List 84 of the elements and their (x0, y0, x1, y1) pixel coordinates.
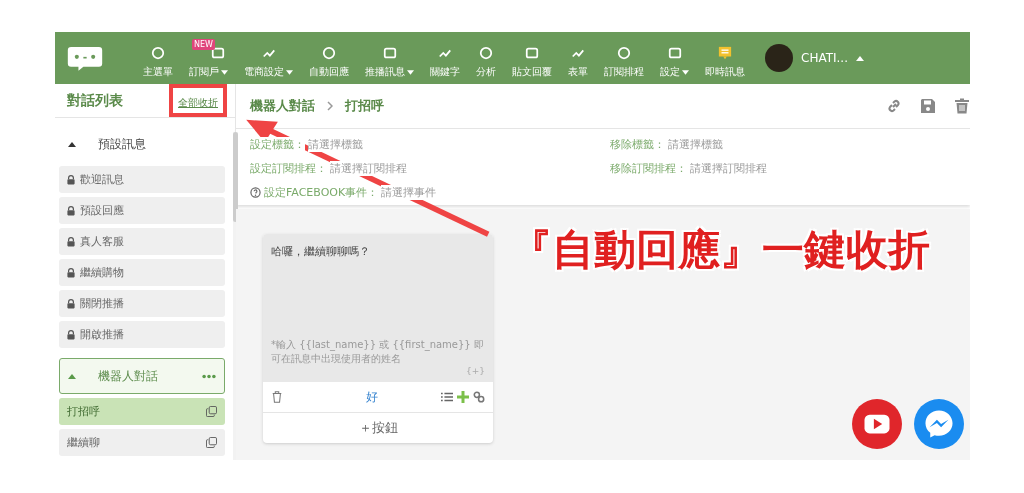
sidebar-title: 對話列表 (67, 91, 123, 110)
nav-menu-item[interactable]: 關鍵字 (422, 37, 468, 79)
menu-icon (382, 46, 397, 60)
menu-icon (151, 46, 165, 60)
conversation-name: 開啟推播 (80, 327, 125, 342)
nav-menu-item[interactable]: 推播訊息 (357, 37, 422, 79)
setting-field[interactable]: 設定訂閱排程： 請選擇訂閱排程 (250, 160, 407, 176)
conversation-item[interactable]: 歡迎訊息 (59, 166, 225, 193)
group-header[interactable]: 預設訊息 (59, 126, 225, 162)
breadcrumb-item[interactable]: 機器人對話 (250, 97, 315, 115)
caret-icon[interactable] (682, 69, 689, 75)
caret-icon[interactable] (221, 69, 228, 75)
conversation-item[interactable]: 開啟推播 (59, 321, 225, 348)
messenger-icon[interactable] (914, 399, 964, 449)
menu-icon (525, 46, 539, 60)
menu-icon (210, 46, 225, 60)
link-icon[interactable] (473, 391, 485, 403)
help-icon[interactable] (250, 186, 261, 198)
conversation-item[interactable]: 關閉推播 (59, 290, 225, 317)
new-badge: NEW (192, 39, 215, 50)
lock-icon (67, 174, 75, 185)
plus-icon[interactable] (457, 391, 469, 403)
link-icon[interactable] (886, 98, 902, 114)
insert-variable-button[interactable]: {+} (466, 366, 485, 376)
menu-icon (617, 46, 631, 60)
save-icon[interactable] (920, 98, 936, 114)
nav-menu-item[interactable]: 即時訊息 (697, 37, 753, 79)
nav-menu-item[interactable]: 分析 (468, 37, 504, 79)
more-icon[interactable] (202, 373, 216, 379)
nav-menu-item[interactable]: 電商設定 (236, 37, 301, 79)
account-name[interactable]: CHATI... (801, 51, 848, 65)
add-button[interactable]: ＋按鈕 (263, 413, 493, 443)
menu-icon (479, 46, 493, 60)
annotation-text: 『自動回應』一鍵收折 (510, 224, 930, 276)
setting-field[interactable]: 設定標籤： 請選擇標籤 (250, 136, 363, 152)
copy-icon[interactable] (206, 437, 217, 448)
lock-icon (67, 236, 75, 247)
list-icon[interactable] (441, 391, 453, 403)
collapse-arrow-icon[interactable] (68, 141, 76, 147)
setting-field[interactable]: 移除標籤： 請選擇標籤 (610, 136, 723, 152)
lock-icon (67, 267, 75, 278)
conversation-item[interactable]: 打招呼 (59, 398, 225, 425)
conversation-item[interactable]: 預設回應 (59, 197, 225, 224)
group-name: 預設訊息 (98, 135, 147, 153)
lock-icon (67, 205, 75, 216)
conversation-name: 打招呼 (67, 404, 101, 419)
nav-menu-item[interactable]: 貼文回覆 (504, 37, 560, 79)
collapse-all-link[interactable]: 全部收折 (178, 97, 218, 108)
breadcrumb-item: 打招呼 (345, 97, 384, 115)
nav-menu-item[interactable]: 主選單 (135, 37, 181, 79)
conversation-name: 關閉推播 (80, 296, 125, 311)
menu-icon (667, 46, 682, 60)
conversation-name: 真人客服 (80, 234, 125, 249)
conversation-item[interactable]: 真人客服 (59, 228, 225, 255)
group-header[interactable]: 機器人對話 (59, 358, 225, 394)
conversation-name: 繼續聊 (67, 435, 101, 450)
hint-text: *輸入 {{last_name}} 或 {{first_name}} 即可在訊息中出現使用者的姓名 (271, 338, 485, 366)
caret-icon[interactable] (286, 69, 293, 75)
trash-icon[interactable] (954, 98, 970, 114)
message-text[interactable]: 哈囉，繼續聊聊嗎？ (271, 244, 485, 259)
conversation-name: 繼續購物 (80, 265, 125, 280)
caret-icon[interactable] (856, 55, 864, 61)
menu-icon (322, 46, 336, 60)
conversation-name: 預設回應 (80, 203, 125, 218)
setting-field[interactable]: 移除訂閱排程： 請選擇訂閱排程 (610, 160, 767, 176)
nav-menu-item[interactable]: NEW 訂閱戶 (181, 37, 236, 79)
chat-bubble-logo-icon[interactable] (67, 45, 103, 71)
lock-icon (67, 298, 75, 309)
conversation-name: 歡迎訊息 (80, 172, 125, 187)
play-button-icon[interactable] (852, 399, 902, 449)
group-name: 機器人對話 (98, 367, 159, 385)
conversation-item[interactable]: 繼續購物 (59, 259, 225, 286)
nav-menu-item[interactable]: 自動回應 (301, 37, 357, 79)
nav-menu-item[interactable]: 表單 (560, 37, 596, 79)
conversation-item[interactable]: 繼續聊 (59, 429, 225, 456)
chevron-icon (327, 101, 333, 111)
nav-menu-item[interactable]: 設定 (652, 37, 697, 79)
avatar[interactable] (765, 44, 793, 72)
lock-icon (67, 329, 75, 340)
copy-icon[interactable] (206, 406, 217, 417)
nav-menu-item[interactable]: 訂閱排程 (596, 37, 652, 79)
reply-button-label[interactable]: 好 (287, 388, 437, 406)
caret-icon[interactable] (407, 69, 414, 75)
trash-icon[interactable] (271, 391, 283, 403)
